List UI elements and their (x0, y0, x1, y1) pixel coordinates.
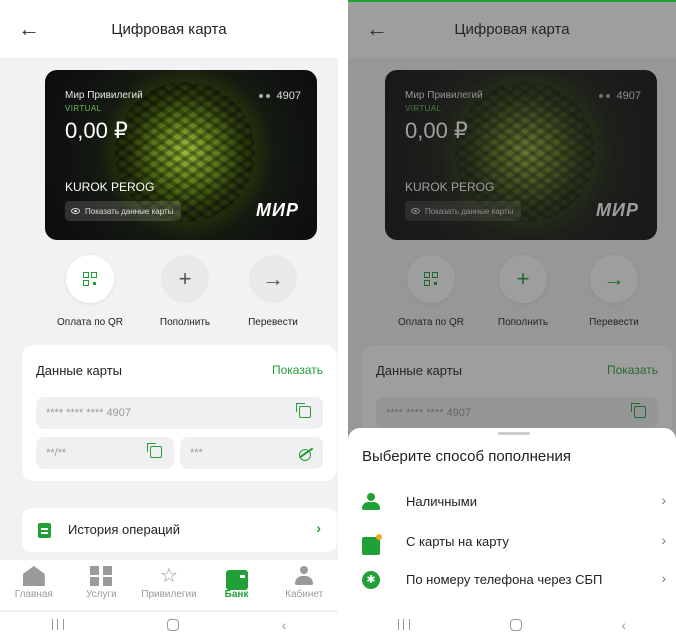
star-icon: ☆ (160, 565, 178, 587)
show-card-details-button[interactable]: Показать данные карты (65, 201, 182, 221)
card-holder: KUROK PEROG (65, 180, 155, 194)
show-card-data-link[interactable]: Показать (272, 363, 323, 377)
option-card-to-card-label: С карты на карту (406, 534, 509, 549)
quick-actions: Оплата по QR + Пополнить → Перевести (0, 255, 338, 335)
pay-qr-label: Оплата по QR (57, 317, 123, 328)
recent-apps-icon[interactable] (51, 619, 64, 630)
card-last4-value: 4907 (276, 90, 301, 102)
show-card-details-label: Показать данные карты (85, 206, 174, 216)
chevron-right-icon: › (661, 570, 666, 586)
card-data-panel: Данные карты Показать **** **** **** 490… (22, 345, 337, 481)
tab-cabinet[interactable]: Кабинет (273, 566, 335, 600)
option-cash[interactable]: Наличными › (348, 484, 676, 520)
sbp-icon: ✱ (362, 571, 380, 589)
screen-card-details: ← Цифровая карта Мир Привилегий VIRTUAL … (0, 0, 338, 637)
qr-code-icon (83, 272, 97, 286)
chevron-right-icon: › (316, 520, 321, 536)
top-bar: ← Цифровая карта (0, 0, 338, 58)
screen-top-up-sheet: ← Цифровая карта Мир Привилегий VIRTUAL … (348, 0, 676, 637)
home-icon (22, 566, 45, 586)
chevron-right-icon: › (661, 492, 666, 508)
card-number-field[interactable]: **** **** **** 4907 (36, 397, 323, 429)
card-brand: Мир Привилегий (65, 90, 143, 101)
top-up-method-sheet: Выберите способ пополнения Наличными › С… (348, 428, 676, 613)
option-sbp[interactable]: ✱ По номеру телефона через СБП › (348, 562, 676, 598)
copy-icon[interactable] (147, 443, 162, 458)
option-card-to-card[interactable]: С карты на карту › (348, 524, 676, 560)
operations-history-label: История операций (68, 522, 180, 537)
recent-apps-icon[interactable] (397, 619, 410, 630)
tab-bank-label: Банк (224, 589, 249, 600)
copy-icon[interactable] (296, 403, 311, 418)
system-nav-bar: ‹ (348, 612, 676, 637)
tab-bank[interactable]: Банк (206, 566, 268, 600)
eye-icon (71, 208, 80, 214)
sheet-drag-handle[interactable] (498, 432, 530, 435)
eye-off-icon[interactable] (299, 449, 311, 461)
page-title: Цифровая карта (111, 20, 227, 38)
home-button-icon[interactable] (509, 618, 522, 631)
chevron-right-icon: › (661, 532, 666, 548)
home-button-icon[interactable] (166, 618, 179, 631)
user-icon (293, 566, 315, 586)
operations-history-button[interactable]: История операций › (22, 508, 337, 552)
tab-services-label: Услуги (86, 589, 117, 600)
card-type-label: VIRTUAL (65, 104, 102, 113)
option-cash-label: Наличными (406, 494, 477, 509)
cash-person-icon (362, 493, 380, 511)
digital-card[interactable]: Мир Привилегий VIRTUAL 0,00 ₽ 4907 KUROK… (45, 70, 317, 240)
grid-icon (90, 566, 113, 586)
expiry-value: **/** (46, 447, 67, 459)
tab-cabinet-label: Кабинет (285, 589, 324, 600)
tab-privileges-label: Привилегии (141, 589, 197, 600)
transfer-button[interactable]: → Перевести (228, 255, 318, 328)
cvv-field[interactable]: *** (180, 437, 323, 469)
tab-privileges[interactable]: ☆ Привилегии (138, 566, 200, 600)
tab-home[interactable]: Главная (3, 566, 65, 600)
progress-line (348, 0, 676, 2)
card-data-title: Данные карты (36, 363, 123, 378)
arrow-right-icon[interactable]: → (249, 255, 297, 303)
expiry-field[interactable]: **/** (36, 437, 174, 469)
tab-home-label: Главная (14, 589, 53, 600)
system-nav-bar: ‹ (0, 612, 338, 637)
option-sbp-label: По номеру телефона через СБП (406, 572, 603, 587)
top-up-button[interactable]: + Пополнить (140, 255, 230, 328)
mir-logo: МИР (256, 200, 299, 220)
card-number-value: **** **** **** 4907 (46, 407, 132, 419)
pay-qr-circle[interactable] (66, 255, 114, 303)
transfer-label: Перевести (248, 317, 298, 328)
plus-icon[interactable]: + (161, 255, 209, 303)
card-balance: 0,00 ₽ (65, 118, 128, 143)
cvv-value: *** (190, 447, 203, 459)
top-up-label: Пополнить (159, 317, 211, 328)
document-icon (38, 523, 51, 538)
card-last4: 4907 (259, 90, 301, 102)
tab-services[interactable]: Услуги (70, 566, 132, 600)
back-icon[interactable]: ‹ (282, 617, 287, 633)
pay-qr-button[interactable]: Оплата по QR (45, 255, 135, 328)
card-to-card-icon (362, 534, 382, 555)
bottom-tab-bar: Главная Услуги ☆ Привилегии Банк Кабинет (0, 560, 338, 610)
back-arrow-icon[interactable]: ← (16, 16, 42, 42)
back-icon[interactable]: ‹ (621, 617, 626, 633)
sheet-title: Выберите способ пополнения (362, 448, 571, 465)
bank-card-icon (225, 570, 248, 590)
